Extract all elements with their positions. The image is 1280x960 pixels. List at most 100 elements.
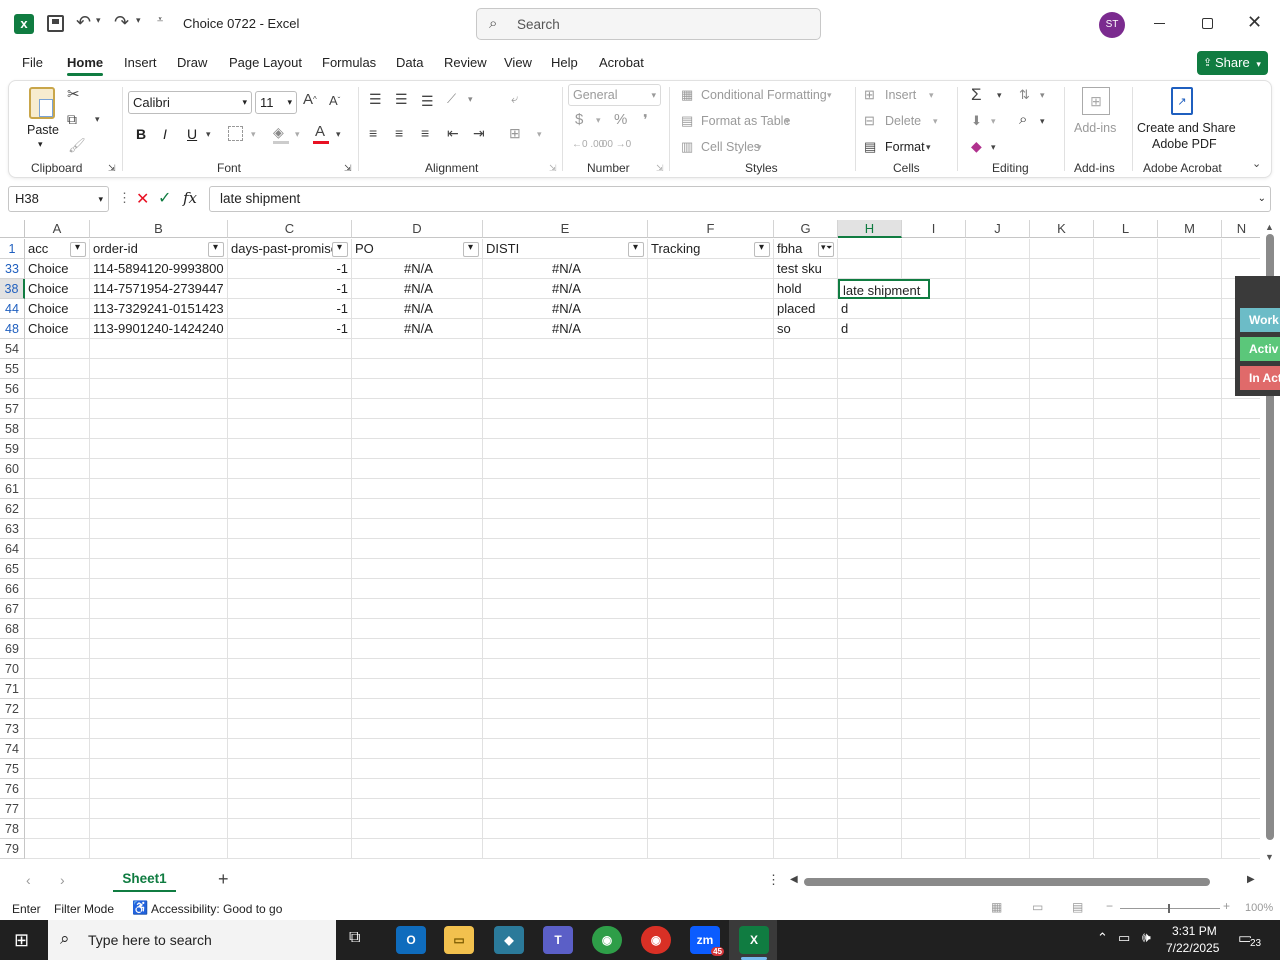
cell[interactable] <box>228 799 352 819</box>
cell[interactable] <box>774 379 838 399</box>
filter-dropdown-icon[interactable]: ▾ <box>754 242 770 257</box>
cell[interactable] <box>1030 379 1094 399</box>
cell[interactable] <box>838 639 902 659</box>
cell[interactable] <box>1222 639 1262 659</box>
cell[interactable] <box>966 259 1030 279</box>
cell[interactable] <box>1030 339 1094 359</box>
cell[interactable] <box>838 759 902 779</box>
undo-icon[interactable]: ↶ <box>76 12 91 33</box>
cell[interactable] <box>1158 579 1222 599</box>
cell[interactable] <box>902 779 966 799</box>
cell[interactable] <box>774 579 838 599</box>
cell[interactable] <box>90 479 228 499</box>
cell[interactable] <box>902 459 966 479</box>
cell[interactable] <box>774 599 838 619</box>
cell[interactable] <box>774 739 838 759</box>
orientation-icon[interactable]: ⟋ <box>447 91 456 107</box>
cell[interactable] <box>966 499 1030 519</box>
row-header[interactable]: 54 <box>0 339 25 359</box>
cell[interactable] <box>1094 459 1158 479</box>
cell[interactable] <box>1030 799 1094 819</box>
cell[interactable] <box>90 559 228 579</box>
cell[interactable] <box>838 719 902 739</box>
font-size-select[interactable]: 11 ▾ <box>255 91 297 114</box>
cell[interactable] <box>25 559 90 579</box>
cell[interactable] <box>774 339 838 359</box>
row-header[interactable]: 44 <box>0 299 25 319</box>
increase-indent-icon[interactable]: ⇥ <box>473 125 485 142</box>
italic-button[interactable]: I <box>163 126 167 142</box>
horizontal-scrollbar[interactable] <box>804 878 1210 886</box>
cell[interactable] <box>1094 639 1158 659</box>
cell[interactable] <box>774 819 838 839</box>
cell[interactable] <box>1222 739 1262 759</box>
currency-icon[interactable]: $ <box>575 111 583 128</box>
formula-input[interactable]: late shipment ⌄ <box>209 186 1271 212</box>
column-header-i[interactable]: I <box>902 220 966 238</box>
cell[interactable] <box>648 719 774 739</box>
cell[interactable] <box>966 319 1030 339</box>
cell[interactable] <box>1030 559 1094 579</box>
cell[interactable] <box>902 699 966 719</box>
spreadsheet-grid[interactable]: ABCDEFGHIJKLMN 1 acc ▾ order-id ▾ days-past-p… <box>0 220 1280 866</box>
fill-icon[interactable]: ⬇ <box>971 113 982 129</box>
cell[interactable] <box>1094 559 1158 579</box>
cell-styles-dropdown-icon[interactable]: ▾ <box>757 142 762 153</box>
cell[interactable] <box>1030 739 1094 759</box>
cell[interactable] <box>228 539 352 559</box>
cell[interactable] <box>648 619 774 639</box>
cell[interactable] <box>1030 419 1094 439</box>
cell[interactable] <box>966 279 1030 299</box>
cell[interactable] <box>1222 659 1262 679</box>
accessibility-icon[interactable]: ♿ <box>132 900 148 916</box>
tab-review[interactable]: Review <box>444 55 487 70</box>
cell[interactable] <box>1030 539 1094 559</box>
cell[interactable] <box>228 819 352 839</box>
cell[interactable] <box>1030 619 1094 639</box>
cell[interactable] <box>25 679 90 699</box>
cell[interactable] <box>1222 419 1262 439</box>
app-diamond-icon[interactable]: ◆ <box>494 926 524 954</box>
autosum-dropdown-icon[interactable]: ▾ <box>997 90 1002 101</box>
align-right-icon[interactable]: ≡ <box>421 125 429 141</box>
cell[interactable] <box>1094 499 1158 519</box>
cell-c38[interactable]: -1 <box>228 279 352 299</box>
cell[interactable] <box>1158 619 1222 639</box>
cell[interactable] <box>90 459 228 479</box>
cell[interactable] <box>1158 719 1222 739</box>
cell[interactable] <box>483 559 648 579</box>
cell[interactable] <box>648 699 774 719</box>
filter-dropdown-icon[interactable]: ▾ <box>208 242 224 257</box>
cell[interactable] <box>90 819 228 839</box>
cell[interactable] <box>1030 779 1094 799</box>
cell[interactable] <box>352 739 483 759</box>
column-header-k[interactable]: K <box>1030 220 1094 238</box>
cell-a48[interactable]: Choice <box>25 319 90 339</box>
row-header[interactable]: 1 <box>0 239 25 259</box>
cell[interactable] <box>1222 699 1262 719</box>
wrap-text-icon[interactable]: ⤶ <box>511 91 518 107</box>
cell[interactable] <box>228 379 352 399</box>
cell[interactable] <box>1222 599 1262 619</box>
cancel-entry-icon[interactable]: ✕ <box>136 189 149 209</box>
cell[interactable] <box>966 579 1030 599</box>
cell[interactable] <box>966 299 1030 319</box>
row-header[interactable]: 72 <box>0 699 25 719</box>
save-icon[interactable] <box>47 15 64 32</box>
cell[interactable] <box>1030 659 1094 679</box>
cell[interactable] <box>774 679 838 699</box>
select-all-corner[interactable] <box>0 220 25 238</box>
cell[interactable] <box>1094 379 1158 399</box>
cell[interactable] <box>648 419 774 439</box>
row-header[interactable]: 59 <box>0 439 25 459</box>
row-header[interactable]: 56 <box>0 379 25 399</box>
cell[interactable] <box>966 459 1030 479</box>
fill-color-dropdown-icon[interactable]: ▾ <box>295 129 300 140</box>
row-header[interactable]: 73 <box>0 719 25 739</box>
cell[interactable] <box>1158 679 1222 699</box>
cell-f48[interactable] <box>648 319 774 339</box>
zoom-app-icon[interactable]: zm 45 <box>690 926 724 956</box>
cell[interactable] <box>1094 659 1158 679</box>
cell[interactable] <box>483 819 648 839</box>
cell[interactable] <box>1094 339 1158 359</box>
